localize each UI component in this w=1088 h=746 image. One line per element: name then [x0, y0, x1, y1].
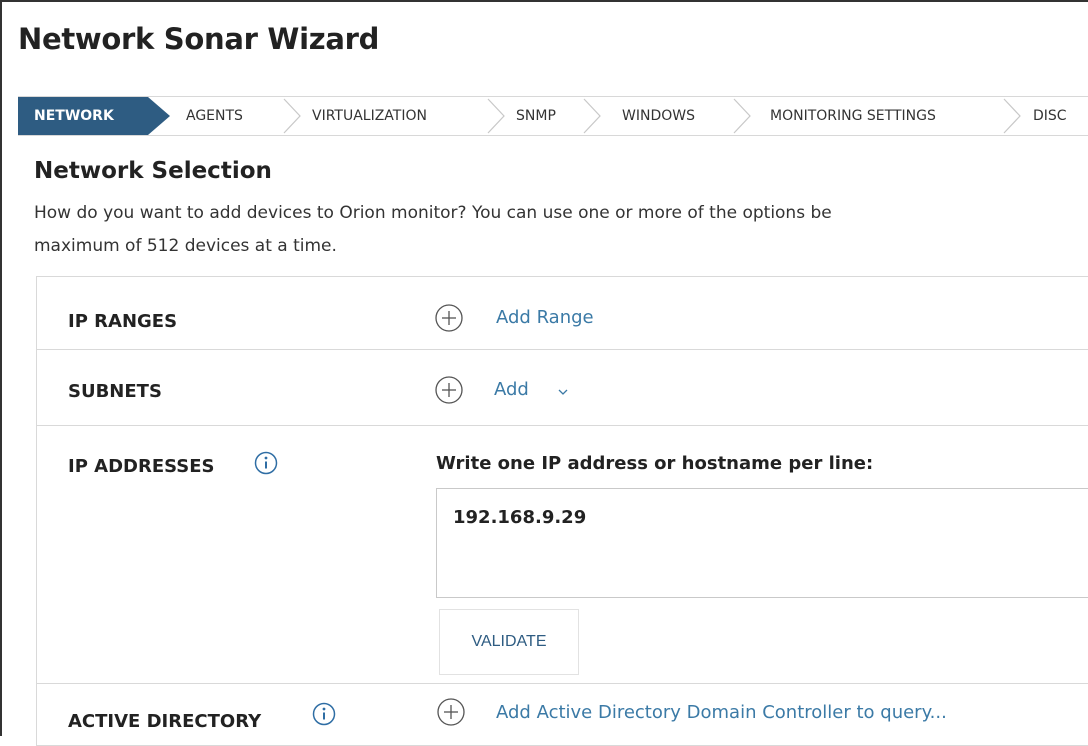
chevron-right-icon: [487, 98, 505, 134]
info-circle-icon[interactable]: [312, 702, 336, 726]
section-title: Network Selection: [34, 158, 272, 184]
step-network[interactable]: NETWORK: [18, 97, 148, 135]
info-circle-icon[interactable]: [254, 451, 278, 475]
add-range-link[interactable]: Add Range: [496, 307, 594, 328]
description-line-2: maximum of 512 devices at a time.: [34, 236, 337, 256]
chevron-right-icon: [283, 98, 301, 134]
step-monitoring-settings[interactable]: MONITORING SETTINGS: [770, 97, 936, 135]
active-directory-label: ACTIVE DIRECTORY: [68, 711, 262, 732]
chevron-down-icon[interactable]: [557, 387, 569, 397]
subnets-label: SUBNETS: [68, 381, 162, 402]
validate-button[interactable]: VALIDATE: [439, 609, 579, 675]
row-divider: [36, 683, 1088, 684]
step-virtualization[interactable]: VIRTUALIZATION: [312, 97, 427, 135]
plus-circle-icon[interactable]: [436, 697, 466, 727]
plus-circle-icon[interactable]: [434, 303, 464, 333]
active-step-arrow: [148, 97, 170, 135]
ip-addresses-input[interactable]: 192.168.9.29: [436, 488, 1088, 598]
step-windows[interactable]: WINDOWS: [622, 97, 695, 135]
add-subnet-link[interactable]: Add: [494, 379, 529, 400]
step-discovery[interactable]: DISC: [1033, 97, 1067, 135]
ip-ranges-label: IP RANGES: [68, 311, 178, 332]
add-active-directory-link[interactable]: Add Active Directory Domain Controller t…: [496, 702, 947, 723]
row-divider: [36, 425, 1088, 426]
ip-instruction-label: Write one IP address or hostname per lin…: [436, 453, 874, 474]
chevron-right-icon: [1003, 98, 1021, 134]
step-snmp[interactable]: SNMP: [516, 97, 556, 135]
chevron-right-icon: [733, 98, 751, 134]
description-line-1: How do you want to add devices to Orion …: [34, 203, 832, 223]
row-divider: [36, 349, 1088, 350]
section-description: How do you want to add devices to Orion …: [34, 197, 1088, 263]
chevron-right-icon: [583, 98, 601, 134]
plus-circle-icon[interactable]: [434, 375, 464, 405]
page-title: Network Sonar Wizard: [18, 22, 380, 56]
ip-addresses-label: IP ADDRESSES: [68, 456, 215, 477]
step-agents[interactable]: AGENTS: [186, 97, 243, 135]
wizard-steps: NETWORK AGENTS VIRTUALIZATION SNMP WINDO…: [18, 96, 1088, 136]
